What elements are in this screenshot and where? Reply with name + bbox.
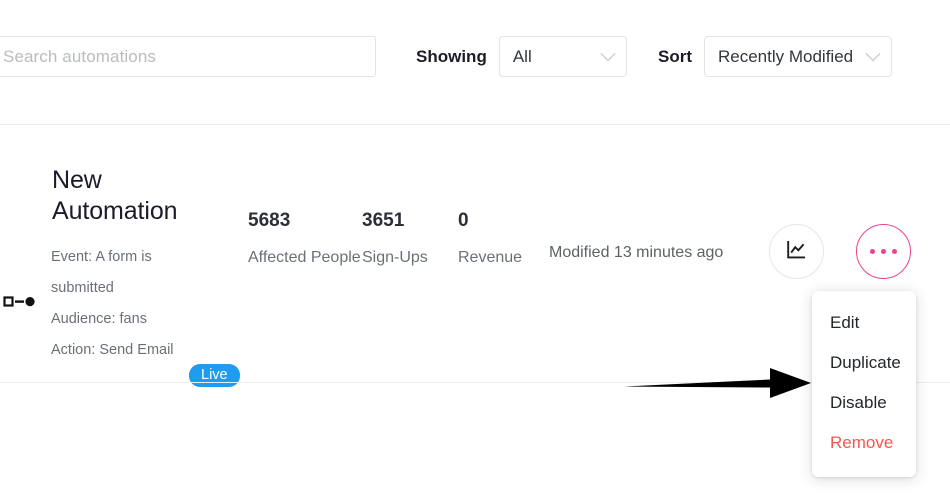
modified-timestamp: Modified 13 minutes ago: [549, 244, 724, 261]
action-value: Send Email: [99, 342, 174, 358]
more-actions-menu: Edit Duplicate Disable Remove: [812, 291, 916, 477]
stat-affected-people: 5683 Affected People: [248, 210, 362, 269]
automation-details: Event: A form is submitted Audience: fan…: [51, 242, 201, 366]
status-badge: Live: [189, 364, 240, 387]
event-label: Event:: [51, 249, 93, 265]
menu-item-duplicate[interactable]: Duplicate: [812, 343, 916, 383]
sort-selected-value: Recently Modified: [718, 46, 854, 66]
sort-select[interactable]: Recently Modified: [704, 36, 892, 77]
search-input[interactable]: Search automations: [0, 36, 376, 77]
search-placeholder: Search automations: [3, 46, 156, 66]
chevron-down-icon: [590, 52, 616, 62]
row-divider: [0, 382, 950, 383]
line-chart-icon: [786, 239, 807, 265]
stat-label: Sign-Ups: [362, 249, 428, 266]
audience-label: Audience:: [51, 311, 116, 327]
stat-label: Affected People: [248, 249, 361, 266]
audience-value: fans: [119, 311, 147, 327]
view-report-button[interactable]: [769, 224, 824, 279]
stat-value: 0: [458, 210, 469, 231]
showing-label: Showing: [416, 46, 487, 66]
menu-item-disable[interactable]: Disable: [812, 383, 916, 423]
showing-select[interactable]: All: [498, 36, 627, 77]
menu-item-edit[interactable]: Edit: [812, 303, 916, 343]
sort-label: Sort: [658, 46, 692, 66]
ellipsis-icon: [870, 249, 897, 254]
action-label: Action:: [51, 342, 96, 358]
stat-value: 3651: [362, 210, 405, 231]
showing-selected-value: All: [512, 46, 532, 66]
sort-filter-group: Sort Recently Modified: [658, 36, 892, 77]
automation-list-item[interactable]: New Automation Event: A form is submitte…: [0, 124, 950, 387]
workflow-node-icon: [3, 294, 37, 308]
showing-filter-group: Showing All: [416, 36, 627, 77]
more-actions-button[interactable]: [856, 224, 911, 279]
stat-value: 5683: [248, 210, 291, 231]
chevron-down-icon: [855, 52, 881, 62]
stat-sign-ups: 3651 Sign-Ups: [362, 210, 458, 269]
automation-stats: 5683 Affected People 3651 Sign-Ups 0 Rev…: [248, 210, 568, 269]
automation-title: New Automation: [52, 166, 178, 225]
menu-item-remove[interactable]: Remove: [812, 423, 916, 463]
automations-toolbar: Search automations Showing All Sort Rece…: [0, 0, 950, 124]
